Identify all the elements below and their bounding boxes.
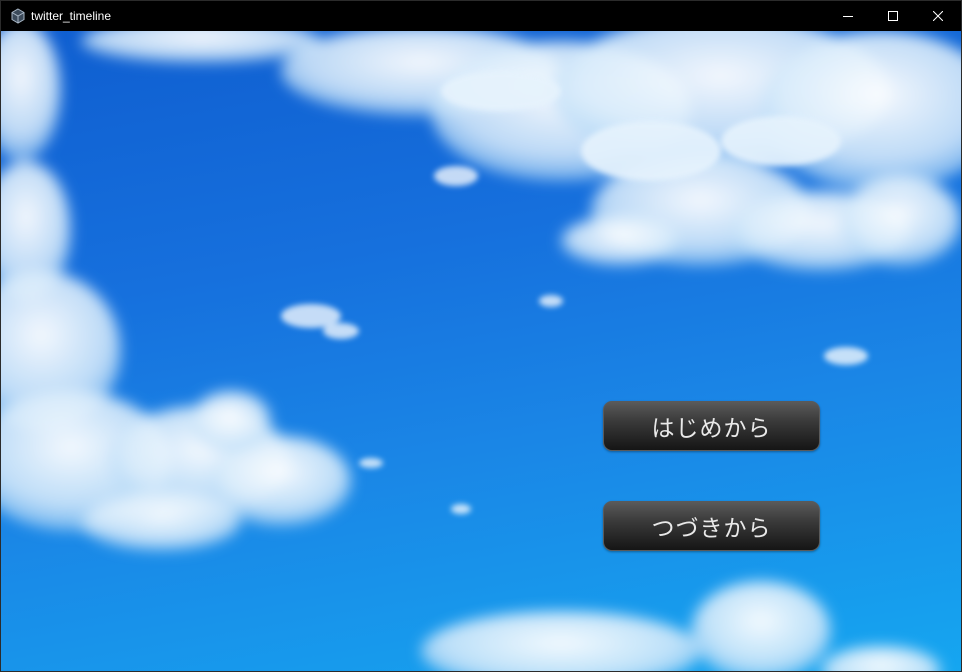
close-icon [933,11,943,21]
minimize-icon [843,16,853,17]
sky-background [1,31,961,671]
window-title: twitter_timeline [31,9,112,23]
title-bar[interactable]: twitter_timeline [1,1,961,31]
cloud-bottom [421,581,941,671]
continue-button[interactable]: つづきから [603,501,820,551]
new-game-button[interactable]: はじめから [603,401,820,451]
app-window: twitter_timeline はじめから つづきから [0,0,962,672]
game-viewport[interactable]: はじめから つづきから [1,31,961,671]
minimize-button[interactable] [825,1,871,31]
continue-label: つづきから [651,516,772,542]
new-game-label: はじめから [651,416,772,442]
close-button[interactable] [915,1,961,31]
app-icon [11,8,25,24]
maximize-icon [888,11,898,21]
maximize-button[interactable] [870,1,916,31]
